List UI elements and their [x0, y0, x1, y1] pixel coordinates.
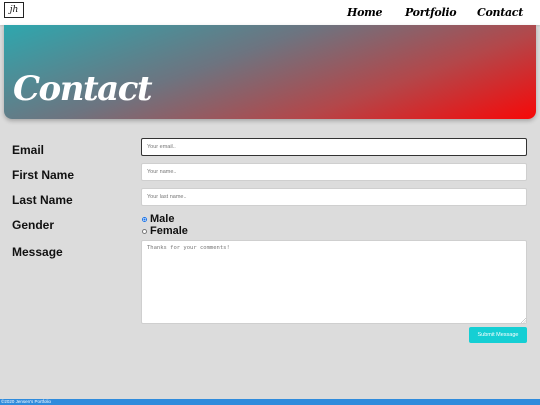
first-name-field[interactable]	[141, 163, 527, 181]
submit-message-button[interactable]: Submit Message	[469, 327, 527, 343]
last-name-label: Last Name	[12, 193, 73, 207]
radio-male[interactable]	[142, 216, 147, 222]
top-navbar: jh Home Portfolio Contact	[0, 0, 540, 25]
footer-bar: ©2020 Jensen's Portfolio	[0, 399, 540, 405]
email-label: Email	[12, 143, 45, 157]
message-textarea[interactable]	[141, 240, 527, 324]
page-title: Contact	[13, 69, 153, 109]
nav-link-contact[interactable]: Contact	[477, 6, 523, 19]
gender-option-male[interactable]: Male	[142, 213, 174, 225]
footer-copyright: ©2020 Jensen's Portfolio	[1, 399, 51, 404]
site-logo[interactable]: jh	[4, 2, 24, 18]
radio-label-female: Female	[150, 225, 188, 237]
nav-link-home[interactable]: Home	[347, 6, 382, 19]
radio-female[interactable]	[142, 228, 147, 234]
last-name-field[interactable]	[141, 188, 527, 206]
resize-grip-icon[interactable]	[521, 318, 526, 323]
hero-banner: Contact	[4, 25, 536, 119]
email-field[interactable]	[141, 138, 527, 156]
gender-option-female[interactable]: Female	[142, 225, 188, 237]
radio-label-male: Male	[150, 213, 175, 225]
first-name-label: First Name	[12, 168, 75, 182]
message-label: Message	[12, 245, 63, 259]
gender-label: Gender	[12, 218, 55, 232]
nav-link-portfolio[interactable]: Portfolio	[405, 6, 457, 19]
